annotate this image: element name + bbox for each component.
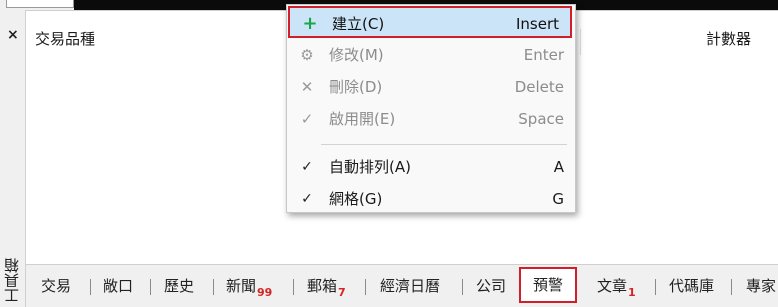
check-circle-icon: ✓	[300, 110, 314, 128]
plus-icon: +	[302, 13, 318, 34]
menu-item-label: 啟用開(E)	[329, 110, 396, 128]
top-strip-tab	[6, 0, 74, 8]
menu-item-enable[interactable]: ✓ 啟用開(E) Space	[287, 103, 575, 135]
tab-news[interactable]: 新聞99	[226, 271, 272, 301]
menu-item-label: 網格(G)	[329, 190, 383, 208]
menu-item-label: 刪除(D)	[329, 78, 383, 96]
tab-economic-calendar[interactable]: 經濟日曆	[380, 271, 440, 301]
tab-company[interactable]: 公司	[476, 271, 506, 301]
close-icon[interactable]: ×	[7, 28, 19, 42]
context-menu: + 建立(C) Insert ⚙ 修改(M) Enter ✕ 刪除(D) Del…	[286, 4, 576, 213]
tab-trade[interactable]: 交易	[41, 271, 71, 301]
tab-label: 新聞	[226, 277, 257, 295]
tab-divider	[462, 279, 463, 295]
toolbox-sidebar: × 工具箱	[0, 10, 26, 307]
menu-item-shortcut: Space	[518, 110, 564, 128]
tab-exposure[interactable]: 敞口	[103, 271, 133, 301]
tab-label: 郵箱	[307, 277, 338, 295]
menu-item-shortcut: A	[553, 158, 564, 176]
tab-alerts[interactable]: 預警	[519, 267, 578, 303]
checkmark-icon: ✓	[301, 191, 313, 207]
menu-separator	[321, 144, 567, 145]
tab-divider	[365, 279, 366, 295]
tab-divider	[150, 279, 151, 295]
tab-label: 歷史	[164, 277, 195, 295]
news-badge: 99	[257, 286, 273, 299]
column-divider[interactable]	[580, 29, 581, 55]
close-icon: ✕	[300, 78, 314, 96]
tab-label: 文章	[597, 277, 628, 295]
menu-item-label: 修改(M)	[329, 46, 384, 64]
tab-label: 經濟日曆	[380, 277, 441, 295]
menu-item-shortcut: G	[552, 190, 564, 208]
column-header-symbol[interactable]: 交易品種	[35, 28, 95, 49]
column-header-counter[interactable]: 計數器	[706, 28, 751, 49]
tab-divider	[731, 279, 732, 295]
menu-item-create[interactable]: + 建立(C) Insert	[288, 6, 572, 38]
tab-label: 敞口	[103, 277, 134, 295]
tab-divider	[293, 279, 294, 295]
tab-mailbox[interactable]: 郵箱7	[307, 271, 346, 301]
checkmark-icon: ✓	[301, 159, 313, 175]
tab-divider	[213, 279, 214, 295]
menu-item-delete[interactable]: ✕ 刪除(D) Delete	[287, 71, 575, 103]
tab-code-base[interactable]: 代碼庫	[669, 271, 714, 301]
menu-item-auto-arrange[interactable]: ✓ 自動排列(A) A	[287, 151, 575, 183]
tab-label: 代碼庫	[669, 277, 715, 295]
tab-divider	[655, 279, 656, 295]
menu-item-shortcut: Insert	[515, 15, 559, 33]
tab-divider	[90, 279, 91, 295]
tab-experts[interactable]: 專家	[746, 271, 776, 301]
tab-articles[interactable]: 文章1	[597, 271, 636, 301]
tab-label: 預警	[533, 276, 564, 294]
bottom-tab-bar: 交易 敞口 歷史 新聞99 郵箱7 經濟日曆 公司 預警 文章1 代碼庫 專家	[26, 264, 778, 307]
menu-item-label: 建立(C)	[332, 15, 385, 33]
menu-item-label: 自動排列(A)	[329, 158, 411, 176]
mailbox-badge: 7	[338, 286, 346, 299]
tab-label: 交易	[41, 277, 72, 295]
tab-history[interactable]: 歷史	[164, 271, 194, 301]
menu-item-grid[interactable]: ✓ 網格(G) G	[287, 183, 575, 215]
gear-icon: ⚙	[300, 46, 314, 64]
menu-item-modify[interactable]: ⚙ 修改(M) Enter	[287, 39, 575, 71]
menu-item-shortcut: Enter	[523, 46, 564, 64]
articles-badge: 1	[628, 286, 636, 299]
toolbox-label: 工具箱	[3, 258, 21, 303]
tab-label: 公司	[476, 277, 507, 295]
menu-item-shortcut: Delete	[514, 78, 564, 96]
tab-label: 專家	[746, 277, 777, 295]
